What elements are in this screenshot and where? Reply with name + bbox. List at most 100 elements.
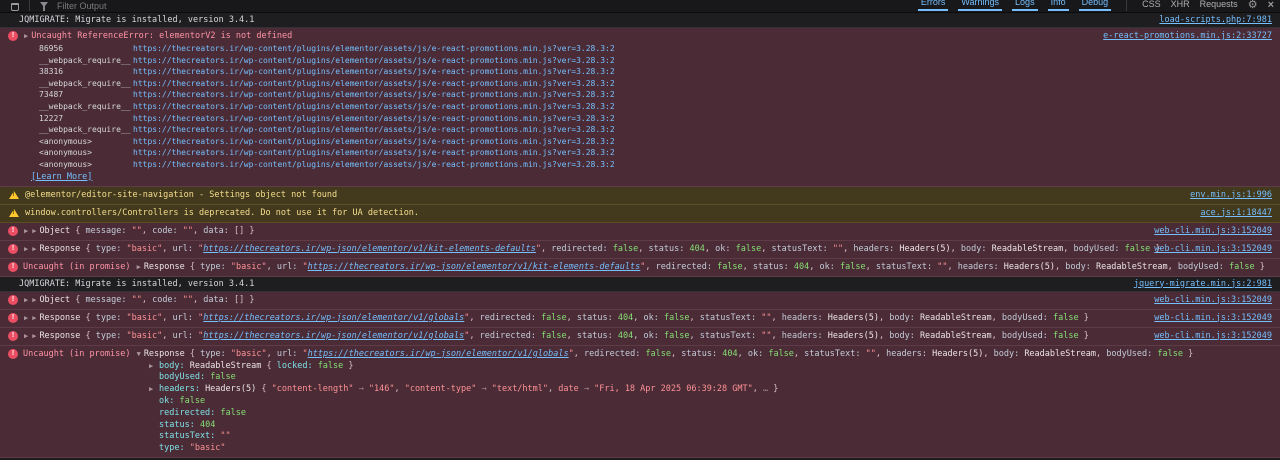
source-location-link[interactable]: load-scripts.php:7:981 xyxy=(1147,15,1272,25)
source-location-link[interactable]: web-cli.min.js:3:152049 xyxy=(1142,312,1272,325)
source-location-link[interactable]: ace.js:1:18447 xyxy=(1188,207,1272,220)
message-segment: headers: xyxy=(159,384,206,395)
filter-xhr-button[interactable]: XHR xyxy=(1171,0,1190,11)
message-segment: "content-length" xyxy=(271,384,354,395)
source-location-link[interactable]: env.min.js:1:996 xyxy=(1178,189,1272,202)
message-segment: , xyxy=(875,348,887,359)
console-message: ▶ ▶ Response { type: "basic", url: "https:… xyxy=(23,330,1142,343)
message-segment: code: xyxy=(152,225,183,236)
message-segment: headers: xyxy=(957,261,1004,272)
stack-frame-url[interactable]: https://thecreators.ir/wp-content/plugin… xyxy=(133,124,615,136)
url-link[interactable]: https://thecreators.ir/wp-json/elementor… xyxy=(203,244,536,254)
disclosure-triangle[interactable]: ▶ xyxy=(136,263,144,271)
source-location-link[interactable]: web-cli.min.js:3:152049 xyxy=(1142,225,1272,238)
url-link[interactable]: https://thecreators.ir/wp-json/elementor… xyxy=(203,313,464,323)
clear-console-icon[interactable] xyxy=(11,3,19,11)
stack-frame-url[interactable]: https://thecreators.ir/wp-content/plugin… xyxy=(133,89,615,101)
message-segment: , xyxy=(573,348,585,359)
source-location-link[interactable]: web-cli.min.js:3:152049 xyxy=(1142,330,1272,343)
disclosure-triangle[interactable]: ▶ xyxy=(23,227,31,235)
console-row-error: ! ▶ ▶ Response { type: "basic", url: "https… xyxy=(0,327,1280,346)
message-segment: "" xyxy=(761,312,772,323)
message-segment: "" xyxy=(131,294,142,305)
message-segment: , xyxy=(843,243,854,254)
stack-frame-url[interactable]: https://thecreators.ir/wp-content/plugin… xyxy=(133,78,615,90)
message-segment: false xyxy=(317,360,344,371)
error-icon: ! xyxy=(8,312,18,323)
filter-css-button[interactable]: CSS xyxy=(1142,0,1161,11)
console-row-warn: ! window.controllers/Controllers is depre… xyxy=(0,204,1280,223)
message-segment: , xyxy=(991,312,1002,323)
stack-frame-url[interactable]: https://thecreators.ir/wp-content/plugin… xyxy=(133,66,615,78)
source-location-link[interactable]: web-cli.min.js:3:152049 xyxy=(1142,294,1272,307)
disclosure-triangle[interactable]: ▶ xyxy=(23,32,31,40)
message-segment: Uncaught (in promise) xyxy=(23,348,136,359)
url-link[interactable]: https://thecreators.ir/wp-json/elementor… xyxy=(308,349,569,359)
source-location-link[interactable]: web-cli.min.js:3:152049 xyxy=(1142,243,1272,256)
message-segment: statusText: xyxy=(159,431,221,442)
disclosure-triangle[interactable]: ▶ xyxy=(149,384,159,396)
message-segment: , xyxy=(689,312,700,323)
console-message: JQMIGRATE: Migrate is installed, version… xyxy=(19,279,1122,289)
message-segment: "text/html" xyxy=(491,384,549,395)
row-content: Uncaught (in promise) ▼ Response { type: … xyxy=(23,348,1272,455)
tree-row-content: statusText: "" xyxy=(159,431,231,443)
console-row-error: ! Uncaught (in promise) ▼ Response { type:… xyxy=(0,345,1280,458)
gear-icon[interactable]: ⚙ xyxy=(1248,0,1258,11)
url-link[interactable]: https://thecreators.ir/wp-json/elementor… xyxy=(203,331,464,341)
stack-frame-url[interactable]: https://thecreators.ir/wp-content/plugin… xyxy=(133,55,615,67)
disclosure-triangle[interactable]: ▶ xyxy=(23,296,31,304)
filter-funnel-icon xyxy=(40,2,48,11)
message-segment: , xyxy=(752,384,763,395)
message-segment: ReadableStream xyxy=(919,312,992,323)
filter-requests-button[interactable]: Requests xyxy=(1200,0,1238,11)
filter-input[interactable]: Filter Output xyxy=(57,1,107,11)
stack-frame-url[interactable]: https://thecreators.ir/wp-content/plugin… xyxy=(133,101,615,113)
toolbar-divider xyxy=(29,0,30,11)
source-location-link[interactable]: e-react-promotions.min.js:2:33727 xyxy=(1091,30,1272,43)
filter-errors-button[interactable]: Errors xyxy=(917,0,949,11)
message-segment: "" xyxy=(131,225,142,236)
disclosure-triangle[interactable]: ▶ xyxy=(23,245,31,253)
message-segment: code: xyxy=(152,294,183,305)
filter-warnings-button[interactable]: Warnings xyxy=(958,0,1003,11)
stack-frame-url[interactable]: https://thecreators.ir/wp-content/plugin… xyxy=(133,159,615,171)
learn-more-link[interactable]: [Learn More] xyxy=(23,171,1091,184)
message-segment: bodyUsed: xyxy=(1073,243,1125,254)
url-link[interactable]: https://thecreators.ir/wp-json/elementor… xyxy=(308,262,641,272)
console-row-warn: ! @elementor/editor-site-navigation - Set… xyxy=(0,186,1280,205)
console-message: Uncaught (in promise) ▼ Response { type: … xyxy=(23,348,1272,361)
message-segment: Object xyxy=(39,225,71,236)
disclosure-triangle[interactable]: ▶ xyxy=(149,361,159,373)
stack-frame-url[interactable]: https://thecreators.ir/wp-content/plugin… xyxy=(133,147,615,159)
close-icon[interactable]: × xyxy=(1268,0,1274,11)
message-segment: ReadableStream xyxy=(919,330,992,341)
message-segment: , xyxy=(193,225,204,236)
message-segment: statusText: xyxy=(699,330,762,341)
disclosure-triangle[interactable]: ▶ xyxy=(23,332,31,340)
filter-logs-button[interactable]: Logs xyxy=(1012,0,1038,11)
stack-frame-function: 86956 xyxy=(39,44,64,53)
message-segment: "146" xyxy=(368,384,395,395)
source-location-link[interactable]: jquery-migrate.min.js:2:981 xyxy=(1122,279,1272,289)
filter-debug-button[interactable]: Debug xyxy=(1078,0,1112,11)
stack-frame-url[interactable]: https://thecreators.ir/wp-content/plugin… xyxy=(133,43,615,55)
filter-info-button[interactable]: Info xyxy=(1047,0,1069,11)
message-segment: , xyxy=(991,330,1002,341)
stack-frame-function: 12227 xyxy=(39,113,64,123)
stack-frame-url[interactable]: https://thecreators.ir/wp-content/plugin… xyxy=(133,113,615,125)
console-row-log: JQMIGRATE: Migrate is installed, version… xyxy=(0,276,1280,292)
message-segment: status: xyxy=(159,419,200,430)
message-segment: "" xyxy=(832,243,844,254)
disclosure-triangle[interactable]: ▼ xyxy=(136,350,144,358)
message-segment: body: xyxy=(993,348,1025,359)
message-segment: , xyxy=(947,261,958,272)
message-segment: data: xyxy=(203,225,235,236)
message-segment: status: xyxy=(648,243,690,254)
stack-frame-url[interactable]: https://thecreators.ir/wp-content/plugin… xyxy=(133,136,615,148)
tree-row-content: ok: false xyxy=(159,396,205,408)
message-segment: Headers(5) xyxy=(205,384,257,395)
message-segment: , xyxy=(162,312,173,323)
disclosure-triangle[interactable]: ▶ xyxy=(23,314,31,322)
